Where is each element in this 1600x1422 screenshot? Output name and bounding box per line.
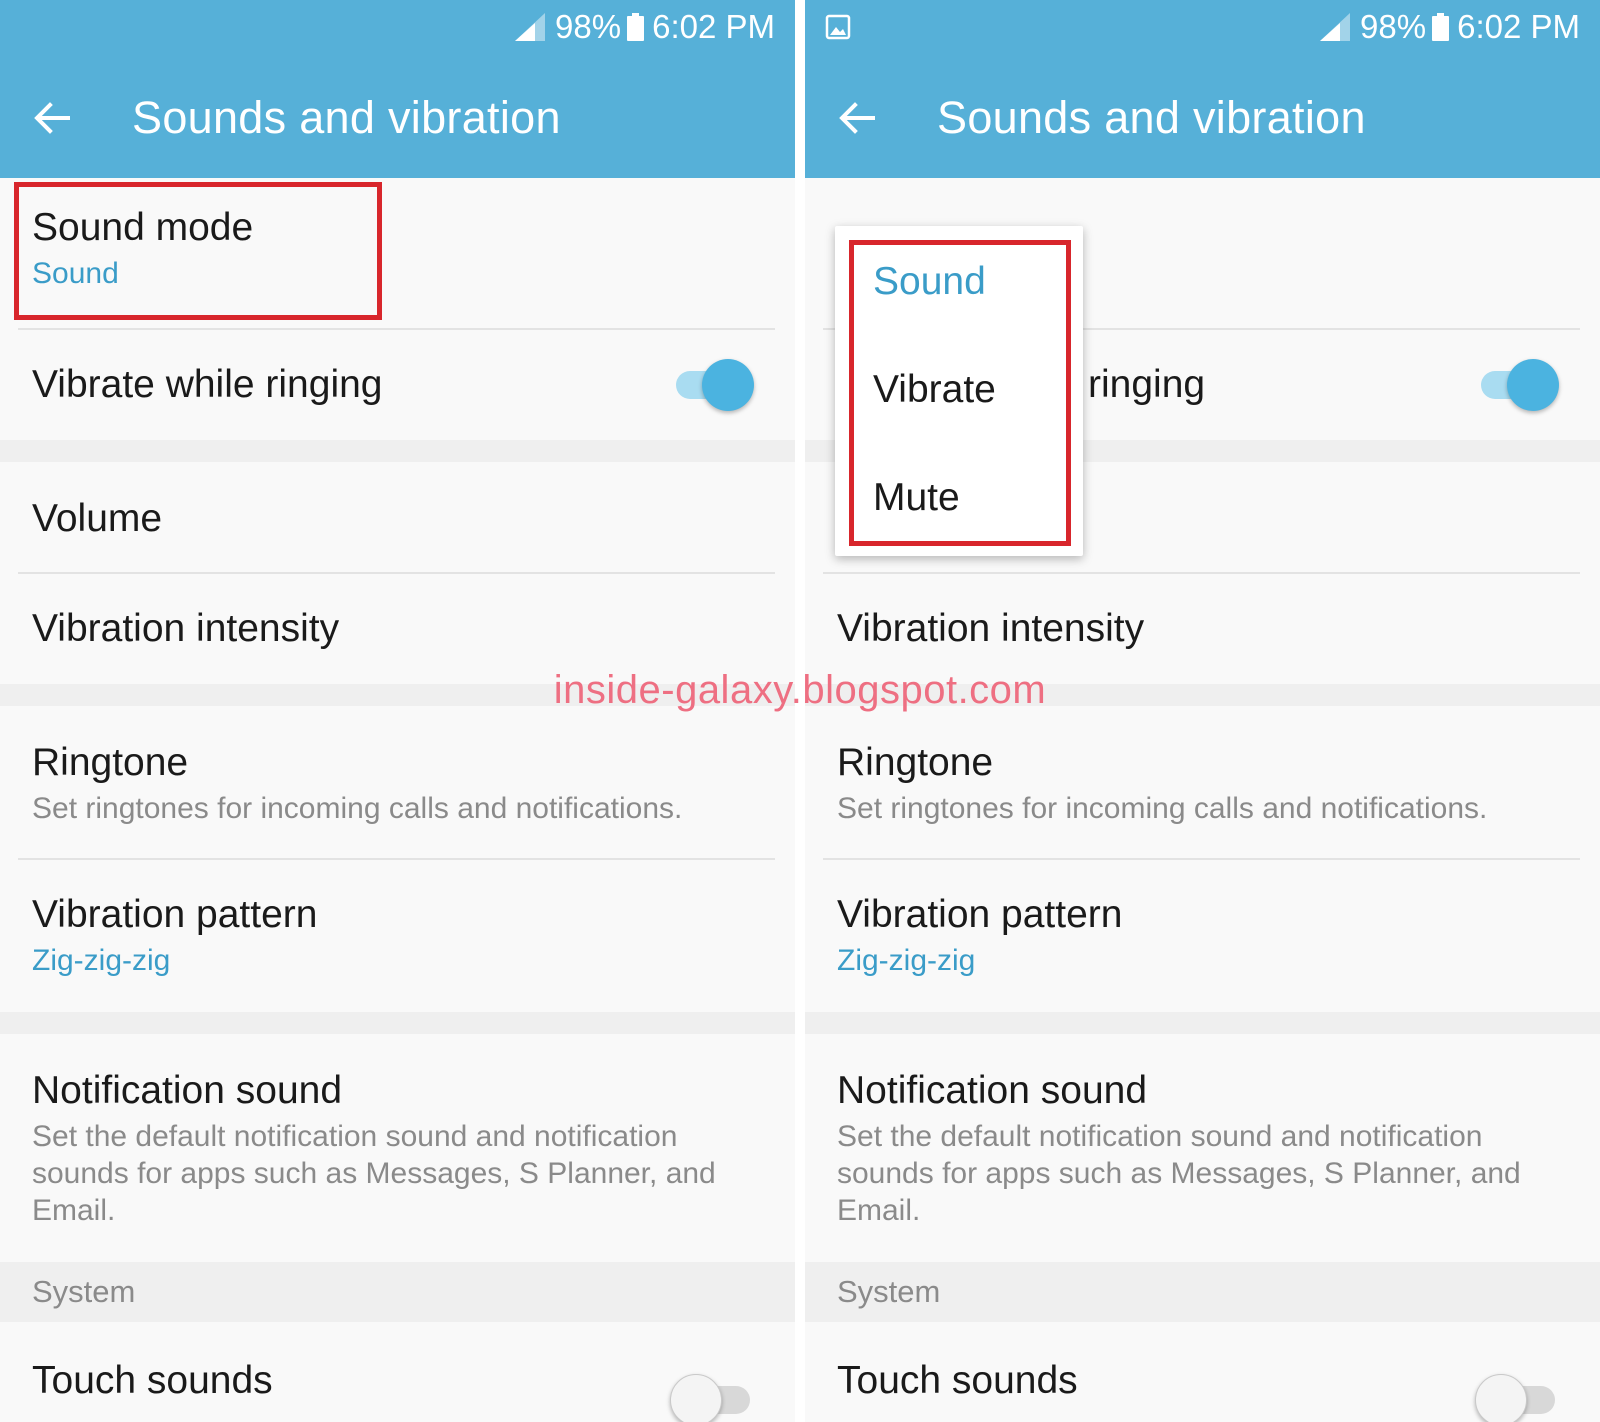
app-bar: 98% 6:02 PM Sounds and vibration xyxy=(0,0,795,178)
popup-option-vibrate[interactable]: Vibrate xyxy=(873,368,996,412)
app-bar: 98% 6:02 PM Sounds and vibration xyxy=(805,0,1600,178)
vibration-pattern-value: Zig-zig-zig xyxy=(837,944,976,977)
divider xyxy=(18,858,775,860)
vibrate-while-ringing-label: Vibrate while ringing xyxy=(32,363,383,406)
toggle-thumb xyxy=(670,1374,722,1422)
section-gap xyxy=(0,440,795,462)
panel-separator xyxy=(795,0,805,1422)
status-indicators: 98% 6:02 PM xyxy=(515,8,775,46)
status-indicators: 98% 6:02 PM xyxy=(1320,8,1580,46)
section-gap xyxy=(0,684,795,706)
ringtone-item[interactable]: Ringtone Set ringtones for incoming call… xyxy=(805,740,1600,827)
divider xyxy=(823,572,1580,574)
divider xyxy=(18,572,775,574)
toolbar: Sounds and vibration xyxy=(805,80,1600,156)
back-arrow-icon[interactable] xyxy=(30,96,74,140)
vibration-pattern-value: Zig-zig-zig xyxy=(32,944,171,977)
touch-sounds-label: Touch sounds xyxy=(837,1359,1078,1402)
battery-icon xyxy=(627,13,645,41)
notification-sound-item[interactable]: Notification sound Set the default notif… xyxy=(805,1068,1600,1229)
sound-mode-value: Sound xyxy=(32,257,119,290)
touch-sounds-toggle[interactable] xyxy=(670,1372,756,1422)
section-gap xyxy=(805,684,1600,706)
ringtone-item[interactable]: Ringtone Set ringtones for incoming call… xyxy=(0,740,795,827)
volume-item[interactable]: Volume xyxy=(0,496,795,542)
ringtone-summary: Set ringtones for incoming calls and not… xyxy=(32,792,683,825)
back-arrow-icon[interactable] xyxy=(835,96,879,140)
status-bar: 98% 6:02 PM xyxy=(0,0,795,56)
touch-sounds-label: Touch sounds xyxy=(32,1359,273,1402)
vibration-pattern-label: Vibration pattern xyxy=(837,893,1123,936)
vibration-pattern-label: Vibration pattern xyxy=(32,893,318,936)
gallery-icon xyxy=(825,14,851,40)
touch-sounds-toggle[interactable] xyxy=(1475,1372,1561,1422)
ringtone-summary: Set ringtones for incoming calls and not… xyxy=(837,792,1488,825)
notification-sound-label: Notification sound xyxy=(837,1069,1148,1112)
vibration-pattern-item[interactable]: Vibration pattern Zig-zig-zig xyxy=(805,892,1600,979)
ringtone-label: Ringtone xyxy=(837,741,994,784)
signal-icon xyxy=(515,13,546,41)
popup-option-mute[interactable]: Mute xyxy=(873,476,960,520)
popup-option-sound[interactable]: Sound xyxy=(873,260,986,304)
sound-mode-item[interactable]: Sound mode Sound xyxy=(0,205,795,292)
notification-sound-label: Notification sound xyxy=(32,1069,343,1112)
notification-sound-summary: Set the default notification sound and n… xyxy=(837,1120,1521,1227)
clock: 6:02 PM xyxy=(1457,8,1580,45)
toggle-thumb xyxy=(1475,1374,1527,1422)
divider xyxy=(18,328,775,330)
sound-mode-label: Sound mode xyxy=(32,206,254,249)
battery-percent: 98% xyxy=(1360,8,1427,45)
signal-icon xyxy=(1320,13,1351,41)
divider xyxy=(823,858,1580,860)
battery-percent: 98% xyxy=(555,8,622,45)
clock: 6:02 PM xyxy=(652,8,775,45)
battery-icon xyxy=(1432,13,1450,41)
vibration-pattern-item[interactable]: Vibration pattern Zig-zig-zig xyxy=(0,892,795,979)
page-title: Sounds and vibration xyxy=(937,92,1366,143)
vibration-intensity-item[interactable]: Vibration intensity xyxy=(0,606,795,652)
toggle-thumb xyxy=(702,359,754,411)
right-screen: 98% 6:02 PM Sounds and vibration ringing… xyxy=(805,0,1600,1422)
sound-mode-popup: Sound Vibrate Mute xyxy=(835,226,1083,556)
ringtone-label: Ringtone xyxy=(32,741,189,784)
vibration-intensity-label: Vibration intensity xyxy=(32,607,340,650)
system-section-header: System xyxy=(0,1262,795,1322)
vibration-intensity-label: Vibration intensity xyxy=(837,607,1145,650)
section-gap xyxy=(805,1012,1600,1034)
notification-sound-item[interactable]: Notification sound Set the default notif… xyxy=(0,1068,795,1229)
system-section-header: System xyxy=(805,1262,1600,1322)
status-bar: 98% 6:02 PM xyxy=(805,0,1600,56)
toolbar: Sounds and vibration xyxy=(0,80,795,156)
page-title: Sounds and vibration xyxy=(132,92,561,143)
vibrate-while-ringing-toggle[interactable] xyxy=(1475,357,1561,413)
notification-sound-summary: Set the default notification sound and n… xyxy=(32,1120,716,1227)
volume-label: Volume xyxy=(32,497,163,540)
section-gap xyxy=(0,1012,795,1034)
vibration-intensity-item[interactable]: Vibration intensity xyxy=(805,606,1600,652)
toggle-thumb xyxy=(1507,359,1559,411)
left-screen: 98% 6:02 PM Sounds and vibration Sound m… xyxy=(0,0,795,1422)
vibrate-while-ringing-toggle[interactable] xyxy=(670,357,756,413)
